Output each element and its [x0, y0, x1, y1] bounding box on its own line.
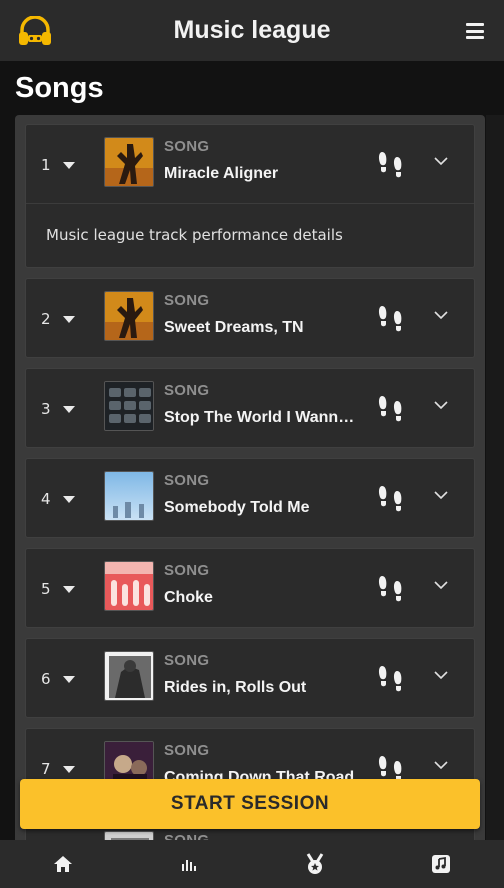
album-art	[104, 561, 154, 611]
song-title: Sweet Dreams, TN	[164, 319, 304, 336]
caret-down-icon[interactable]	[63, 162, 75, 169]
album-art	[104, 471, 154, 521]
caret-down-icon[interactable]	[63, 586, 75, 593]
song-title: Somebody Told Me	[164, 499, 310, 516]
chevron-down-icon[interactable]	[434, 670, 448, 680]
song-card: 6 SONG Rides in, Rolls Out	[25, 638, 475, 718]
bottom-nav	[0, 840, 504, 888]
album-art	[104, 381, 154, 431]
start-session-button[interactable]: START SESSION	[20, 779, 480, 829]
caret-down-icon[interactable]	[63, 406, 75, 413]
nav-awards[interactable]	[252, 840, 378, 888]
headphones-logo-icon[interactable]	[18, 16, 52, 46]
chevron-down-icon[interactable]	[434, 156, 448, 166]
footprints-icon[interactable]	[376, 573, 406, 603]
songs-list: 1 SONG Miracle Aligner Music league trac…	[15, 115, 485, 875]
caret-down-icon[interactable]	[63, 766, 75, 773]
rank-number: 6	[41, 670, 51, 688]
chevron-down-icon[interactable]	[434, 400, 448, 410]
chevron-down-icon[interactable]	[434, 580, 448, 590]
medal-icon	[306, 853, 324, 874]
app-title: Music league	[173, 16, 331, 44]
album-art	[104, 291, 154, 341]
song-card: 1 SONG Miracle Aligner Music league trac…	[25, 124, 475, 268]
stats-icon	[182, 860, 196, 871]
rank-number: 2	[41, 310, 51, 328]
chevron-down-icon[interactable]	[434, 490, 448, 500]
rank-number: 7	[41, 760, 51, 778]
footprints-icon[interactable]	[376, 303, 406, 333]
song-details: Music league track performance details	[26, 203, 474, 267]
song-title: Rides in, Rolls Out	[164, 679, 307, 696]
nav-stats[interactable]	[126, 840, 252, 888]
page-title: Songs	[15, 72, 104, 104]
item-type-label: SONG	[164, 562, 210, 579]
footprints-icon[interactable]	[376, 483, 406, 513]
song-card: 3 SONG Stop The World I Wanna Get Off Wi…	[25, 368, 475, 448]
music-note-icon	[432, 855, 450, 873]
caret-down-icon[interactable]	[63, 676, 75, 683]
nav-home[interactable]	[0, 840, 126, 888]
item-type-label: SONG	[164, 742, 210, 759]
item-type-label: SONG	[164, 292, 210, 309]
nav-songs[interactable]	[378, 840, 504, 888]
rank-number: 4	[41, 490, 51, 508]
chevron-down-icon[interactable]	[434, 760, 448, 770]
scroll-gutter	[486, 115, 504, 840]
hamburger-menu-icon[interactable]	[466, 23, 484, 39]
footprints-icon[interactable]	[376, 393, 406, 423]
item-type-label: SONG	[164, 138, 210, 155]
footprints-icon[interactable]	[376, 663, 406, 693]
album-art	[104, 137, 154, 187]
song-title: Miracle Aligner	[164, 165, 279, 182]
app-header: Music league	[0, 0, 504, 61]
album-art	[104, 651, 154, 701]
rank-number: 5	[41, 580, 51, 598]
caret-down-icon[interactable]	[63, 496, 75, 503]
chevron-down-icon[interactable]	[434, 310, 448, 320]
item-type-label: SONG	[164, 652, 210, 669]
song-card: 5 SONG Choke	[25, 548, 475, 628]
home-icon	[54, 856, 72, 872]
footprints-icon[interactable]	[376, 149, 406, 179]
item-type-label: SONG	[164, 472, 210, 489]
song-title: Choke	[164, 589, 213, 606]
song-title: Stop The World I Wanna Get Off With You	[164, 409, 362, 426]
item-type-label: SONG	[164, 382, 210, 399]
song-card: 2 SONG Sweet Dreams, TN	[25, 278, 475, 358]
song-card: 4 SONG Somebody Told Me	[25, 458, 475, 538]
rank-number: 1	[41, 156, 51, 174]
rank-number: 3	[41, 400, 51, 418]
caret-down-icon[interactable]	[63, 316, 75, 323]
